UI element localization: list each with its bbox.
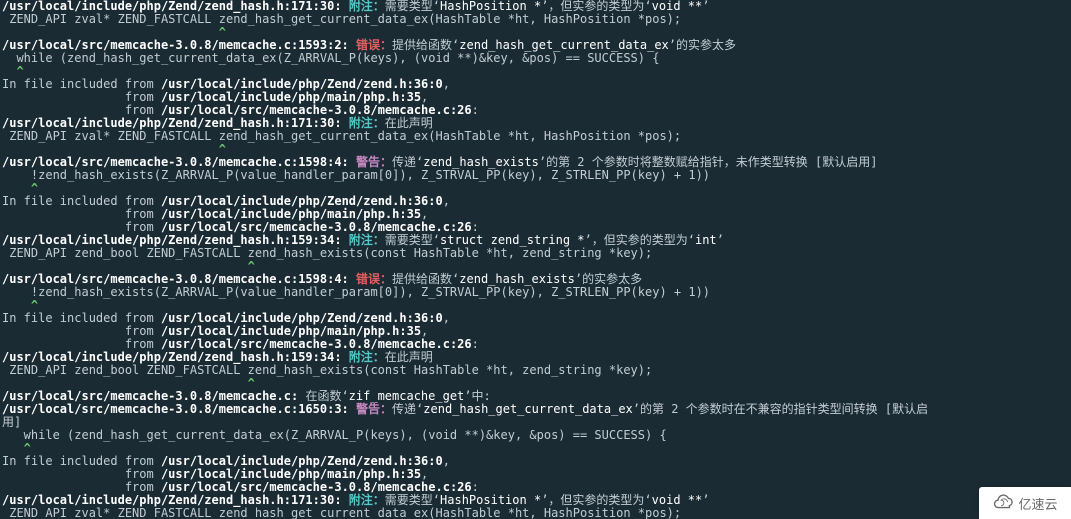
output-line: while (zend_hash_get_current_data_ex(Z_A… xyxy=(2,429,1069,442)
output-line: /usr/local/src/memcache-3.0.8/memcache.c… xyxy=(2,403,1069,416)
terminal-output: /usr/local/include/php/Zend/zend_hash.h:… xyxy=(0,0,1071,519)
watermark-label: 亿速云 xyxy=(1018,494,1057,513)
cloud-icon xyxy=(992,494,1014,513)
output-line: !zend_hash_exists(Z_ARRVAL_P(value_handl… xyxy=(2,286,1069,299)
output-line: ZEND_API zval* ZEND_FASTCALL zend_hash_g… xyxy=(2,507,1069,519)
output-line: !zend_hash_exists(Z_ARRVAL_P(value_handl… xyxy=(2,169,1069,182)
output-line: while (zend_hash_get_current_data_ex(Z_A… xyxy=(2,52,1069,65)
watermark-badge: 亿速云 xyxy=(979,487,1071,519)
